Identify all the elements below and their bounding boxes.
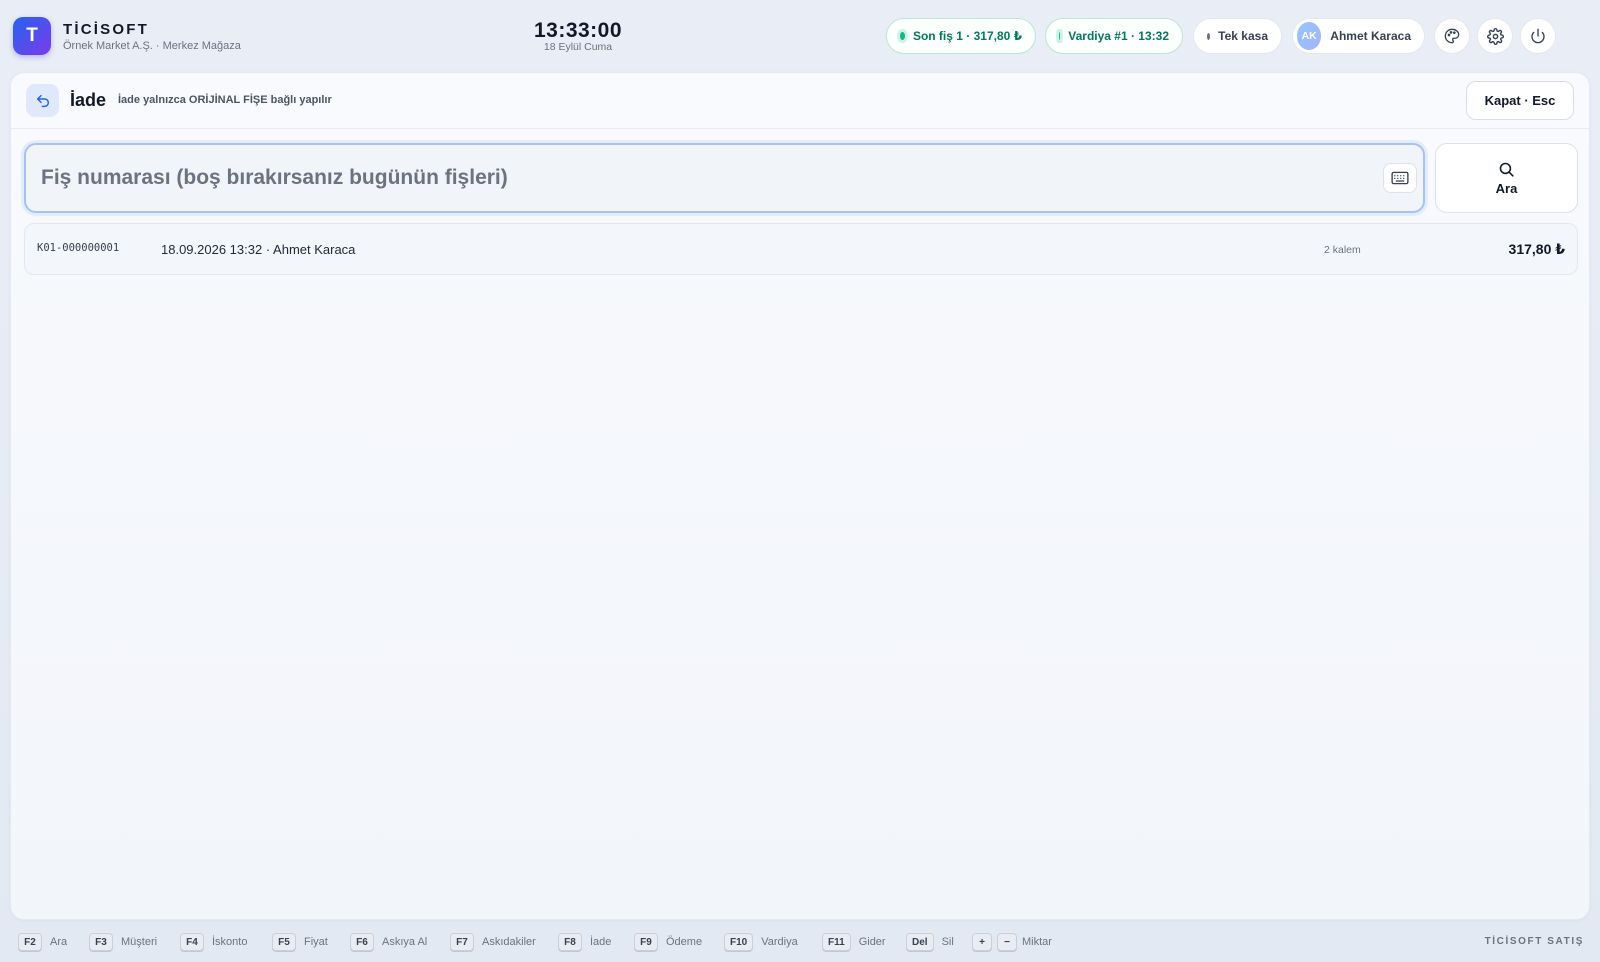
gear-icon [1486, 27, 1504, 45]
key-cap: F11 [822, 933, 851, 951]
search-button[interactable]: Ara [1435, 143, 1578, 213]
store-name: Örnek Market A.Ş. · Merkez Mağaza [63, 40, 241, 52]
brand-name: TİCİSOFT [63, 21, 149, 38]
date: 18 Eylül Cuma [543, 41, 613, 53]
palette-icon [1444, 28, 1460, 44]
key-cap: F7 [450, 933, 474, 951]
virtual-keyboard-button[interactable] [1383, 163, 1417, 193]
search-icon [1499, 162, 1514, 177]
user-menu[interactable]: AK Ahmet Karaca [1292, 18, 1425, 54]
return-panel: İade İade yalnızca ORİJİNAL FİŞE bağlı y… [10, 72, 1590, 920]
shortcut-label: Fiyat [304, 936, 328, 948]
shortcut-expense[interactable]: F11 Gider [822, 933, 886, 951]
shift-badge[interactable]: Vardiya #1 · 13:32 [1045, 18, 1183, 54]
status-dot-icon [1207, 32, 1211, 40]
keyboard-icon [1391, 171, 1409, 185]
close-button[interactable]: Kapat · Esc [1466, 81, 1574, 120]
key-cap: Del [906, 933, 934, 951]
last-receipt-badge[interactable]: Son fiş 1 · 317,80 ₺ [886, 18, 1036, 54]
shortcut-shift[interactable]: F10 Vardiya [724, 933, 798, 951]
key-cap: F2 [18, 933, 42, 951]
shortcut-label: İskonto [212, 936, 248, 948]
power-button[interactable] [1520, 18, 1556, 54]
receipt-number-input[interactable] [41, 166, 1383, 190]
shortcut-return[interactable]: F8 İade [558, 933, 611, 951]
shortcut-label: Sil [941, 936, 954, 948]
key-cap: F5 [272, 933, 296, 951]
shortcut-label: Ara [50, 936, 68, 948]
page-subtitle: İade yalnızca ORİJİNAL FİŞE bağlı yapılı… [118, 94, 332, 106]
shortcut-hold[interactable]: F6 Askıya Al [350, 933, 427, 951]
avatar: AK [1297, 22, 1322, 50]
key-cap: F8 [558, 933, 582, 951]
shortcut-search[interactable]: F2 Ara [18, 933, 67, 951]
panel-header: İade İade yalnızca ORİJİNAL FİŞE bağlı y… [11, 73, 1589, 129]
shortcut-label: Miktar [1022, 936, 1052, 948]
shortcut-label: Ödeme [666, 936, 703, 948]
shortcut-price[interactable]: F5 Fiyat [272, 933, 328, 951]
shortcut-label: Vardiya [761, 936, 798, 948]
shortcut-held-list[interactable]: F7 Askıdakiler [450, 933, 536, 951]
key-cap: − [997, 933, 1017, 951]
shift-text: Vardiya #1 · 13:32 [1068, 29, 1169, 43]
receipt-total: 317,80 ₺ [1508, 241, 1565, 257]
clock: 13:33:00 [533, 19, 623, 42]
footer-brand: TİCİSOFT SATIŞ [1484, 936, 1584, 947]
shortcut-label: Askıdakiler [482, 936, 536, 948]
key-cap: F9 [634, 933, 658, 951]
key-cap: F4 [180, 933, 204, 951]
search-button-label: Ara [1495, 180, 1518, 196]
receipt-date-cashier: 18.09.2026 13:32 · Ahmet Karaca [161, 242, 356, 257]
shortcut-delete[interactable]: Del Sil [906, 933, 954, 951]
shortcut-quantity[interactable]: + − Miktar [972, 933, 1052, 951]
user-name: Ahmet Karaca [1330, 29, 1411, 43]
shortcut-label: Müşteri [121, 936, 158, 948]
receipt-item-count: 2 kalem [1324, 244, 1361, 256]
status-dot-icon [1059, 32, 1061, 40]
status-dot-icon [900, 32, 905, 40]
key-cap: F6 [350, 933, 374, 951]
key-cap: F10 [724, 933, 754, 951]
register-mode-badge[interactable]: Tek kasa [1193, 18, 1282, 54]
receipt-row[interactable]: K01-000000001 18.09.2026 13:32 · Ahmet K… [24, 223, 1578, 275]
settings-button[interactable] [1477, 18, 1513, 54]
app-logo: T [13, 17, 51, 55]
back-button[interactable] [26, 84, 59, 117]
top-bar: T TİCİSOFT Örnek Market A.Ş. · Merkez Ma… [0, 0, 1600, 66]
power-icon [1531, 28, 1545, 44]
undo-arrow-icon [36, 94, 49, 107]
shortcut-discount[interactable]: F4 İskonto [180, 933, 247, 951]
shortcut-label: Gider [858, 936, 886, 948]
page-title: İade [70, 90, 107, 110]
shortcut-label: İade [590, 936, 612, 948]
key-cap: + [972, 933, 992, 951]
register-mode-text: Tek kasa [1218, 29, 1268, 43]
receipt-number: K01-000000001 [37, 242, 120, 254]
theme-button[interactable] [1434, 18, 1470, 54]
shortcut-bar: F2 Ara F3 Müşteri F4 İskonto F5 Fiyat F6… [0, 926, 1600, 962]
last-receipt-text: Son fiş 1 · 317,80 ₺ [912, 29, 1022, 43]
key-cap: F3 [89, 933, 113, 951]
shortcut-payment[interactable]: F9 Ödeme [634, 933, 702, 951]
receipt-search-box [24, 143, 1425, 213]
shortcut-label: Askıya Al [382, 936, 428, 948]
shortcut-customer[interactable]: F3 Müşteri [89, 933, 157, 951]
